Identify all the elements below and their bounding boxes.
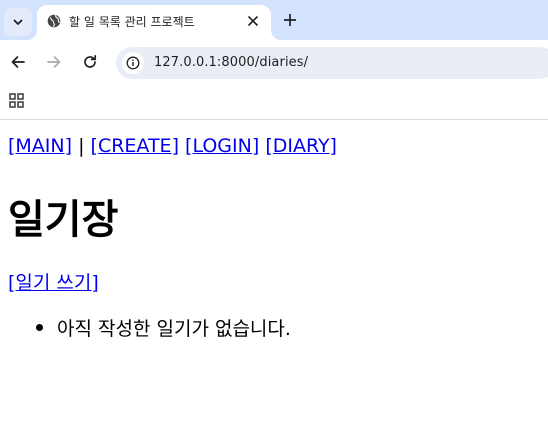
- arrow-right-icon: [47, 56, 61, 68]
- bullet-icon: [36, 324, 43, 331]
- info-icon: [126, 56, 140, 70]
- nav-link-diary[interactable]: [DIARY]: [265, 135, 337, 157]
- forward-button[interactable]: [42, 50, 66, 74]
- tab-strip: 할 일 목록 관리 프로젝트: [0, 0, 548, 40]
- site-info-button[interactable]: [122, 52, 144, 74]
- url-text[interactable]: 127.0.0.1:8000/diaries/: [154, 55, 308, 70]
- new-tab-button[interactable]: [278, 8, 302, 32]
- page-content: [MAIN] | [CREATE] [LOGIN] [DIARY] 일기장 [일…: [0, 121, 548, 427]
- nav-link-login[interactable]: [LOGIN]: [185, 135, 259, 157]
- nav-link-main[interactable]: [MAIN]: [8, 135, 72, 157]
- apps-grid-icon[interactable]: [8, 92, 26, 110]
- write-diary-link[interactable]: [일기 쓰기]: [8, 268, 99, 295]
- close-icon: [248, 16, 258, 26]
- top-nav: [MAIN] | [CREATE] [LOGIN] [DIARY]: [8, 135, 337, 157]
- tab-close-button[interactable]: [245, 13, 261, 29]
- list-item: 아직 작성한 일기가 없습니다.: [8, 314, 291, 341]
- reload-icon: [84, 54, 97, 68]
- nav-link-create[interactable]: [CREATE]: [91, 135, 179, 157]
- bookmarks-bar: [0, 86, 548, 120]
- empty-message: 아직 작성한 일기가 없습니다.: [57, 318, 291, 340]
- reload-button[interactable]: [78, 50, 102, 74]
- tab-title: 할 일 목록 관리 프로젝트: [69, 15, 195, 29]
- plus-icon: [284, 14, 296, 26]
- nav-separator: |: [78, 135, 85, 157]
- address-bar[interactable]: 127.0.0.1:8000/diaries/: [116, 47, 548, 79]
- back-button[interactable]: [6, 50, 30, 74]
- globe-icon: [47, 14, 61, 28]
- active-tab[interactable]: 할 일 목록 관리 프로젝트: [37, 5, 271, 40]
- arrow-left-icon: [11, 56, 25, 68]
- page-title: 일기장: [8, 197, 119, 243]
- chevron-down-icon: [13, 19, 23, 25]
- browser-toolbar: 127.0.0.1:8000/diaries/: [0, 40, 548, 86]
- diary-list: 아직 작성한 일기가 없습니다.: [8, 314, 291, 341]
